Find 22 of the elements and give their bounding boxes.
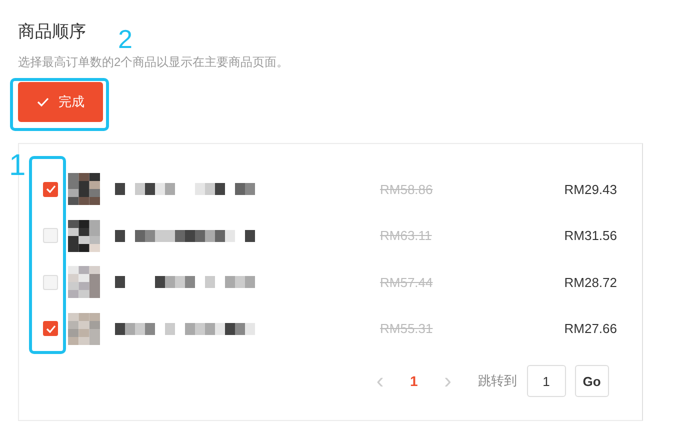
check-icon: [46, 324, 56, 333]
original-price: RM55.31: [380, 321, 434, 336]
description-text: 选择最高订单数的2个商品以显示在主要商品页面。: [18, 55, 289, 69]
original-price: RM63.11: [380, 228, 433, 244]
original-price: RM58.86: [380, 182, 434, 197]
price: RM27.66: [563, 321, 617, 336]
page-input[interactable]: 1: [526, 365, 566, 397]
annotation-number: 1: [9, 151, 26, 181]
section-title: 商品顺序: [18, 22, 86, 41]
check-icon: [36, 97, 48, 107]
price: RM29.43: [563, 182, 617, 197]
page-number[interactable]: 1: [410, 373, 418, 389]
price: RM28.72: [563, 274, 617, 290]
price: RM31.56: [563, 228, 617, 244]
checkbox[interactable]: [43, 321, 58, 336]
go-button[interactable]: Go: [574, 365, 609, 397]
original-price: RM57.44: [380, 274, 434, 290]
done-button[interactable]: 完成: [18, 82, 103, 122]
jump-label: 跳转到: [478, 372, 517, 390]
checkbox[interactable]: [43, 182, 58, 197]
annotation-number: 2: [118, 26, 132, 52]
check-icon: [46, 185, 56, 194]
